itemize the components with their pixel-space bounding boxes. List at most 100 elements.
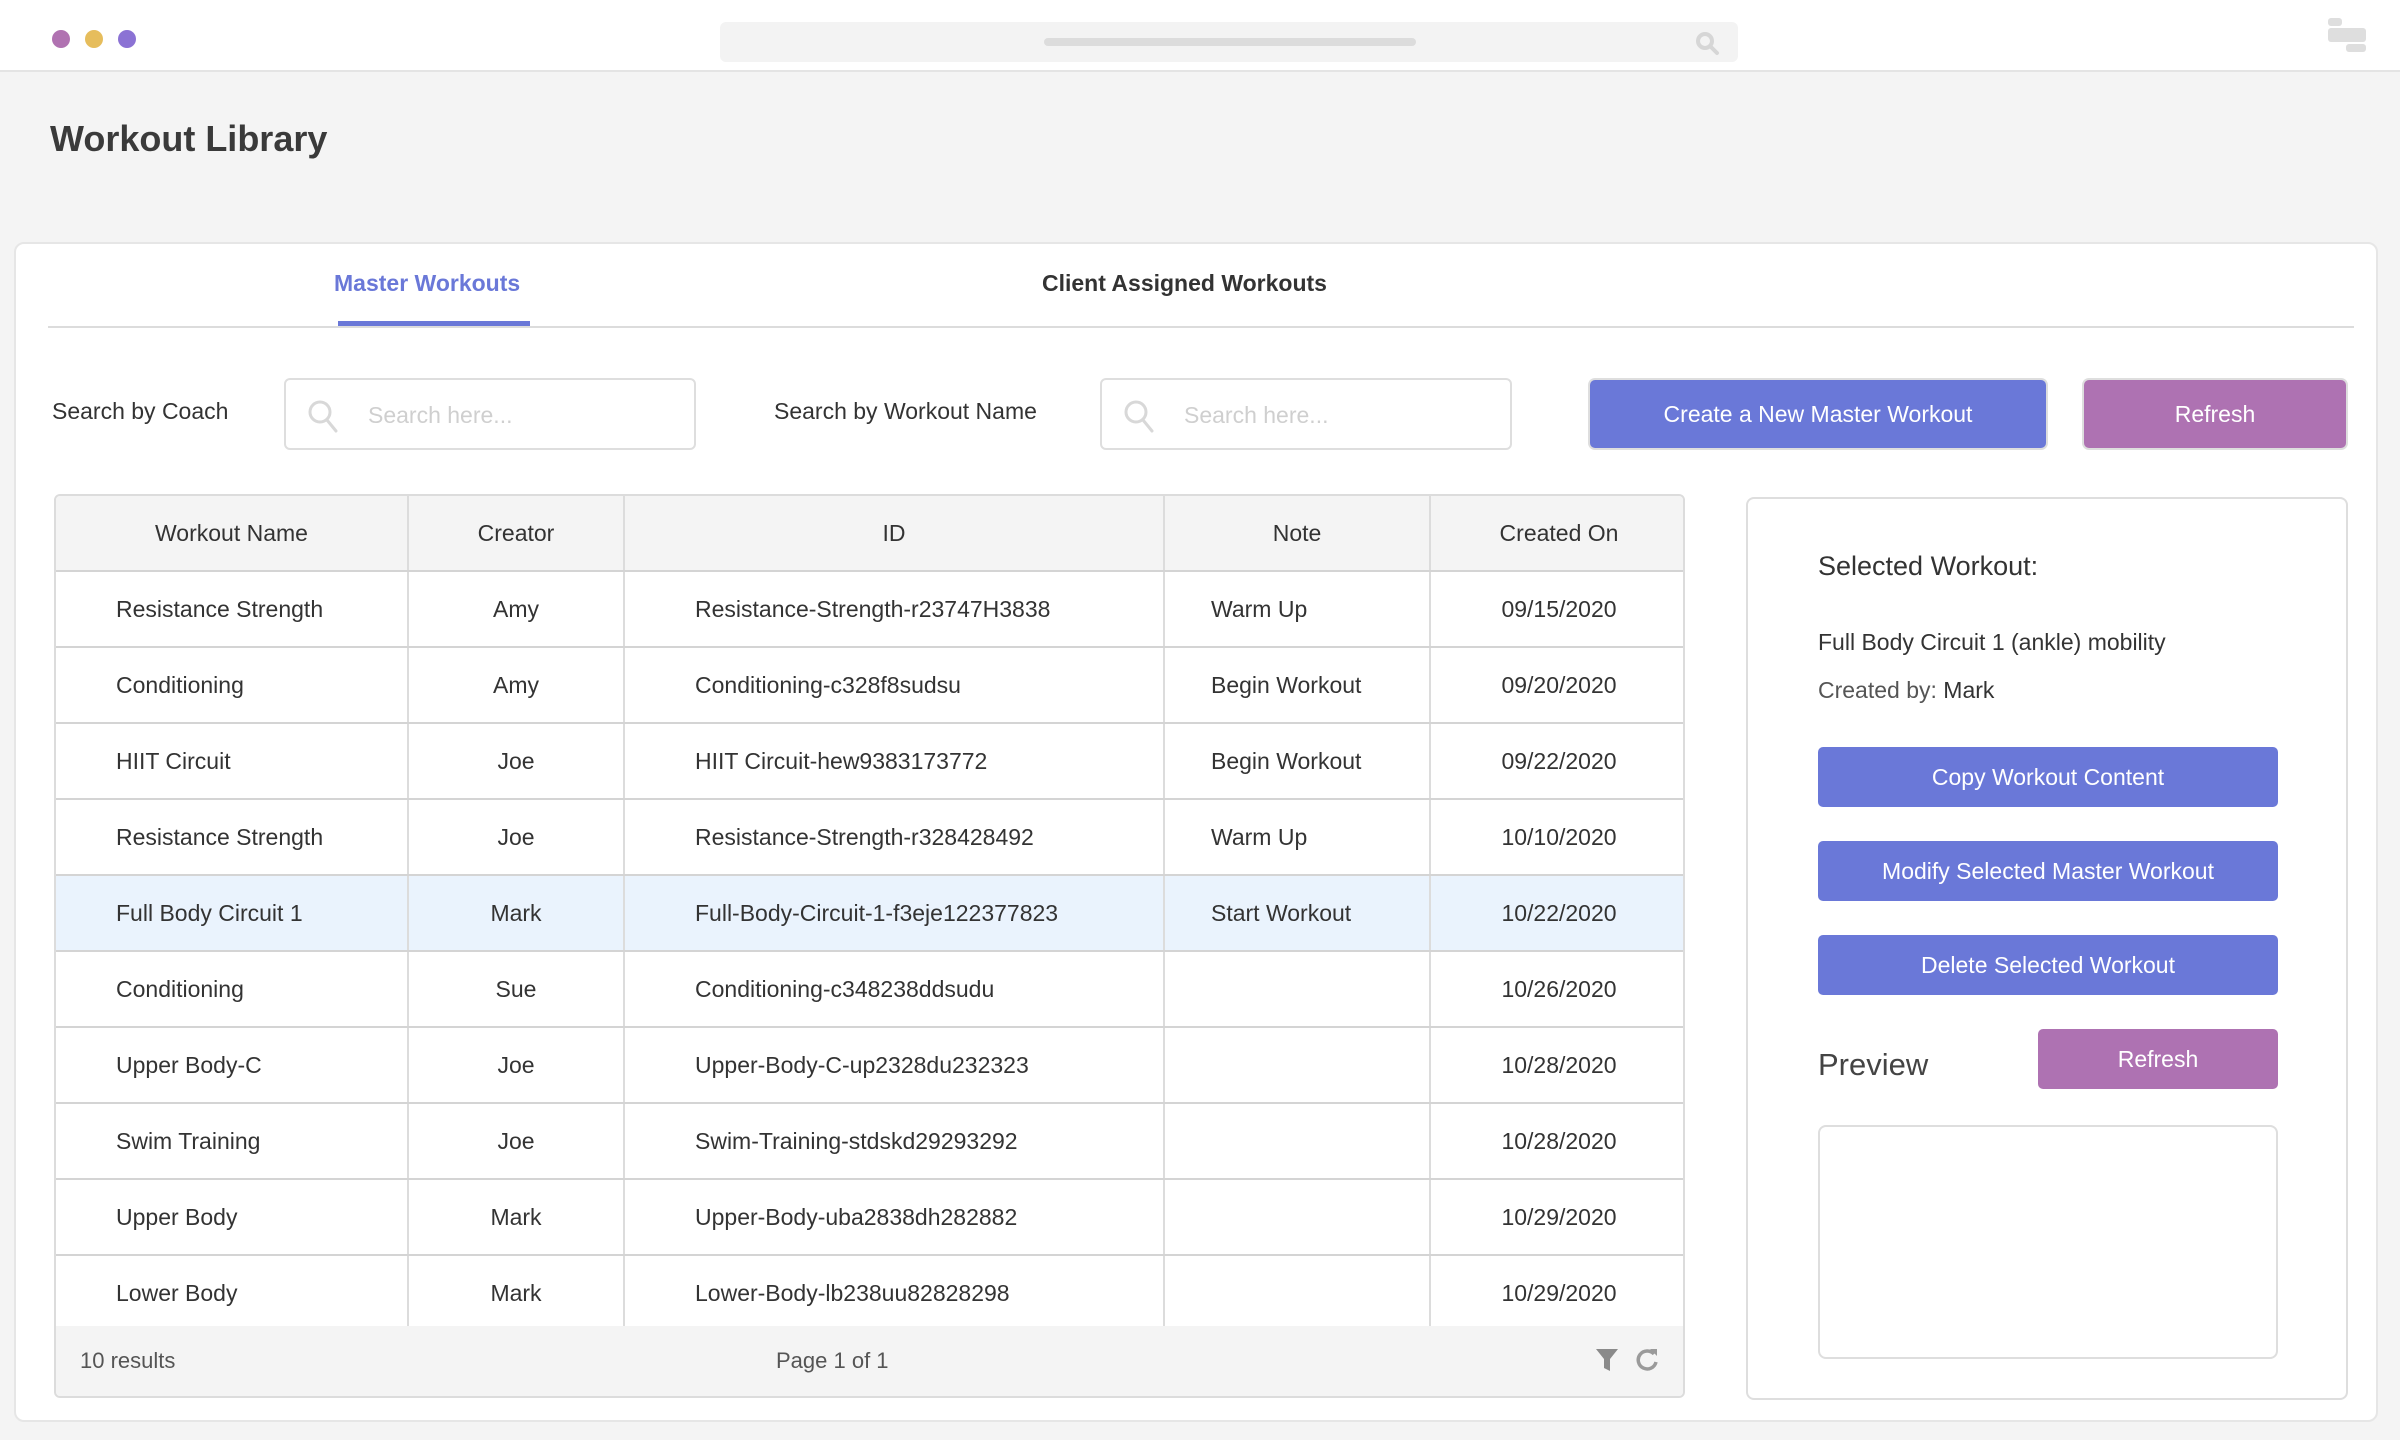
workouts-table: Workout Name Creator ID Note Created On … [54,494,1685,1398]
page-indicator: Page 1 of 1 [776,1348,889,1373]
tab-bar: Master Workouts Client Assigned Workouts [48,244,2354,328]
workout-name-search-input[interactable] [1184,396,1494,434]
cell-workout-name: Upper Body-C [56,1027,409,1104]
column-header-created-on[interactable]: Created On [1430,496,1683,572]
results-count: 10 results [80,1348,176,1373]
browser-toolbar [0,0,2400,72]
cell-created-on: 10/28/2020 [1430,1103,1683,1180]
page-title: Workout Library [50,118,328,159]
table-row[interactable]: Upper Body Mark Upper-Body-uba2838dh282882… [56,1179,1683,1256]
column-header-creator[interactable]: Creator [408,496,625,572]
cell-created-on: 09/20/2020 [1430,647,1683,724]
cell-id: Conditioning-c348238ddsudu [624,951,1165,1028]
cell-workout-name: Resistance Strength [56,571,409,648]
cell-created-on: 10/29/2020 [1430,1255,1683,1332]
preview-area [1818,1125,2278,1359]
cell-creator: Amy [408,647,625,724]
filter-icon[interactable] [1594,1346,1620,1374]
search-icon [308,400,338,433]
selected-workout-name: Full Body Circuit 1 (ankle) mobility [1818,629,2166,655]
tab-master-workouts[interactable]: Master Workouts [334,270,520,297]
cell-id: Upper-Body-C-up2328du232323 [624,1027,1165,1104]
cell-note [1164,1179,1431,1256]
coach-search-input[interactable] [368,396,678,434]
cell-id: Lower-Body-lb238uu82828298 [624,1255,1165,1332]
preview-label: Preview [1818,1047,1929,1082]
window-close-dot[interactable] [52,30,70,48]
cell-note: Begin Workout [1164,723,1431,800]
cell-workout-name: Conditioning [56,951,409,1028]
column-header-workout-name[interactable]: Workout Name [56,496,409,572]
cell-created-on: 10/29/2020 [1430,1179,1683,1256]
cell-id: Full-Body-Circuit-1-f3eje122377823 [624,875,1165,952]
cell-note: Begin Workout [1164,647,1431,724]
active-tab-indicator [338,321,530,326]
cell-created-on: 10/22/2020 [1430,875,1683,952]
cell-workout-name: Lower Body [56,1255,409,1332]
address-bar[interactable] [720,22,1738,62]
window-maximize-dot[interactable] [118,30,136,48]
workout-library-card: Master Workouts Client Assigned Workouts… [14,242,2378,1422]
cell-note [1164,1027,1431,1104]
cell-creator: Joe [408,723,625,800]
cell-note [1164,1103,1431,1180]
coach-search-box[interactable] [284,378,696,450]
cell-creator: Joe [408,799,625,876]
table-row[interactable]: Full Body Circuit 1 Mark Full-Body-Circuit… [56,875,1683,952]
table-row[interactable]: Resistance Strength Joe Resistance-Strengt… [56,799,1683,876]
table-row[interactable]: Resistance Strength Amy Resistance-Strengt… [56,571,1683,648]
column-header-note[interactable]: Note [1164,496,1431,572]
modify-selected-master-workout-button[interactable]: Modify Selected Master Workout [1818,841,2278,901]
cell-created-on: 09/22/2020 [1430,723,1683,800]
cell-created-on: 10/10/2020 [1430,799,1683,876]
cell-id: Resistance-Strength-r328428492 [624,799,1165,876]
tab-client-assigned-workouts[interactable]: Client Assigned Workouts [1042,270,1327,297]
cell-note: Start Workout [1164,875,1431,952]
table-row[interactable]: Swim Training Joe Swim-Training-stdskd2929… [56,1103,1683,1180]
table-row[interactable]: HIIT Circuit Joe HIIT Circuit-hew938317377… [56,723,1683,800]
cell-workout-name: Upper Body [56,1179,409,1256]
delete-selected-workout-button[interactable]: Delete Selected Workout [1818,935,2278,995]
cell-workout-name: HIIT Circuit [56,723,409,800]
selected-workout-panel: Selected Workout: Full Body Circuit 1 (a… [1746,497,2348,1400]
cell-id: Upper-Body-uba2838dh282882 [624,1179,1165,1256]
cell-id: Resistance-Strength-r23747H3838 [624,571,1165,648]
table-header-row: Workout Name Creator ID Note Created On [56,496,1683,572]
cell-note [1164,1255,1431,1332]
cell-created-on: 10/28/2020 [1430,1027,1683,1104]
refresh-icon[interactable] [1634,1346,1660,1374]
search-by-coach-label: Search by Coach [52,398,229,424]
window-minimize-dot[interactable] [85,30,103,48]
cell-note: Warm Up [1164,571,1431,648]
created-by-value: Mark [1943,677,1995,703]
cell-note [1164,951,1431,1028]
cell-creator: Joe [408,1027,625,1104]
copy-workout-content-button[interactable]: Copy Workout Content [1818,747,2278,807]
search-icon [1124,400,1154,433]
table-footer: 10 results Page 1 of 1 [56,1326,1683,1396]
create-master-workout-button[interactable]: Create a New Master Workout [1590,380,2046,448]
search-by-workout-name-label: Search by Workout Name [774,398,1037,424]
cell-creator: Joe [408,1103,625,1180]
cell-workout-name: Full Body Circuit 1 [56,875,409,952]
refresh-button[interactable]: Refresh [2084,380,2346,448]
table-row[interactable]: Conditioning Amy Conditioning-c328f8sudsu B… [56,647,1683,724]
table-row[interactable]: Conditioning Sue Conditioning-c348238ddsud… [56,951,1683,1028]
cell-note: Warm Up [1164,799,1431,876]
search-icon[interactable] [1694,30,1720,56]
table-row[interactable]: Lower Body Mark Lower-Body-lb238uu82828298… [56,1255,1683,1332]
cell-creator: Mark [408,875,625,952]
table-row[interactable]: Upper Body-C Joe Upper-Body-C-up2328du2323… [56,1027,1683,1104]
workout-name-search-box[interactable] [1100,378,1512,450]
column-header-id[interactable]: ID [624,496,1165,572]
preview-refresh-button[interactable]: Refresh [2038,1029,2278,1089]
cell-id: Swim-Training-stdskd29293292 [624,1103,1165,1180]
selected-workout-title: Selected Workout: [1818,551,2039,581]
cell-workout-name: Resistance Strength [56,799,409,876]
cell-created-on: 10/26/2020 [1430,951,1683,1028]
cell-id: Conditioning-c328f8sudsu [624,647,1165,724]
menu-icon[interactable] [2326,18,2366,54]
created-by-label: Created by: [1818,677,1937,703]
cell-id: HIIT Circuit-hew9383173772 [624,723,1165,800]
cell-creator: Mark [408,1255,625,1332]
